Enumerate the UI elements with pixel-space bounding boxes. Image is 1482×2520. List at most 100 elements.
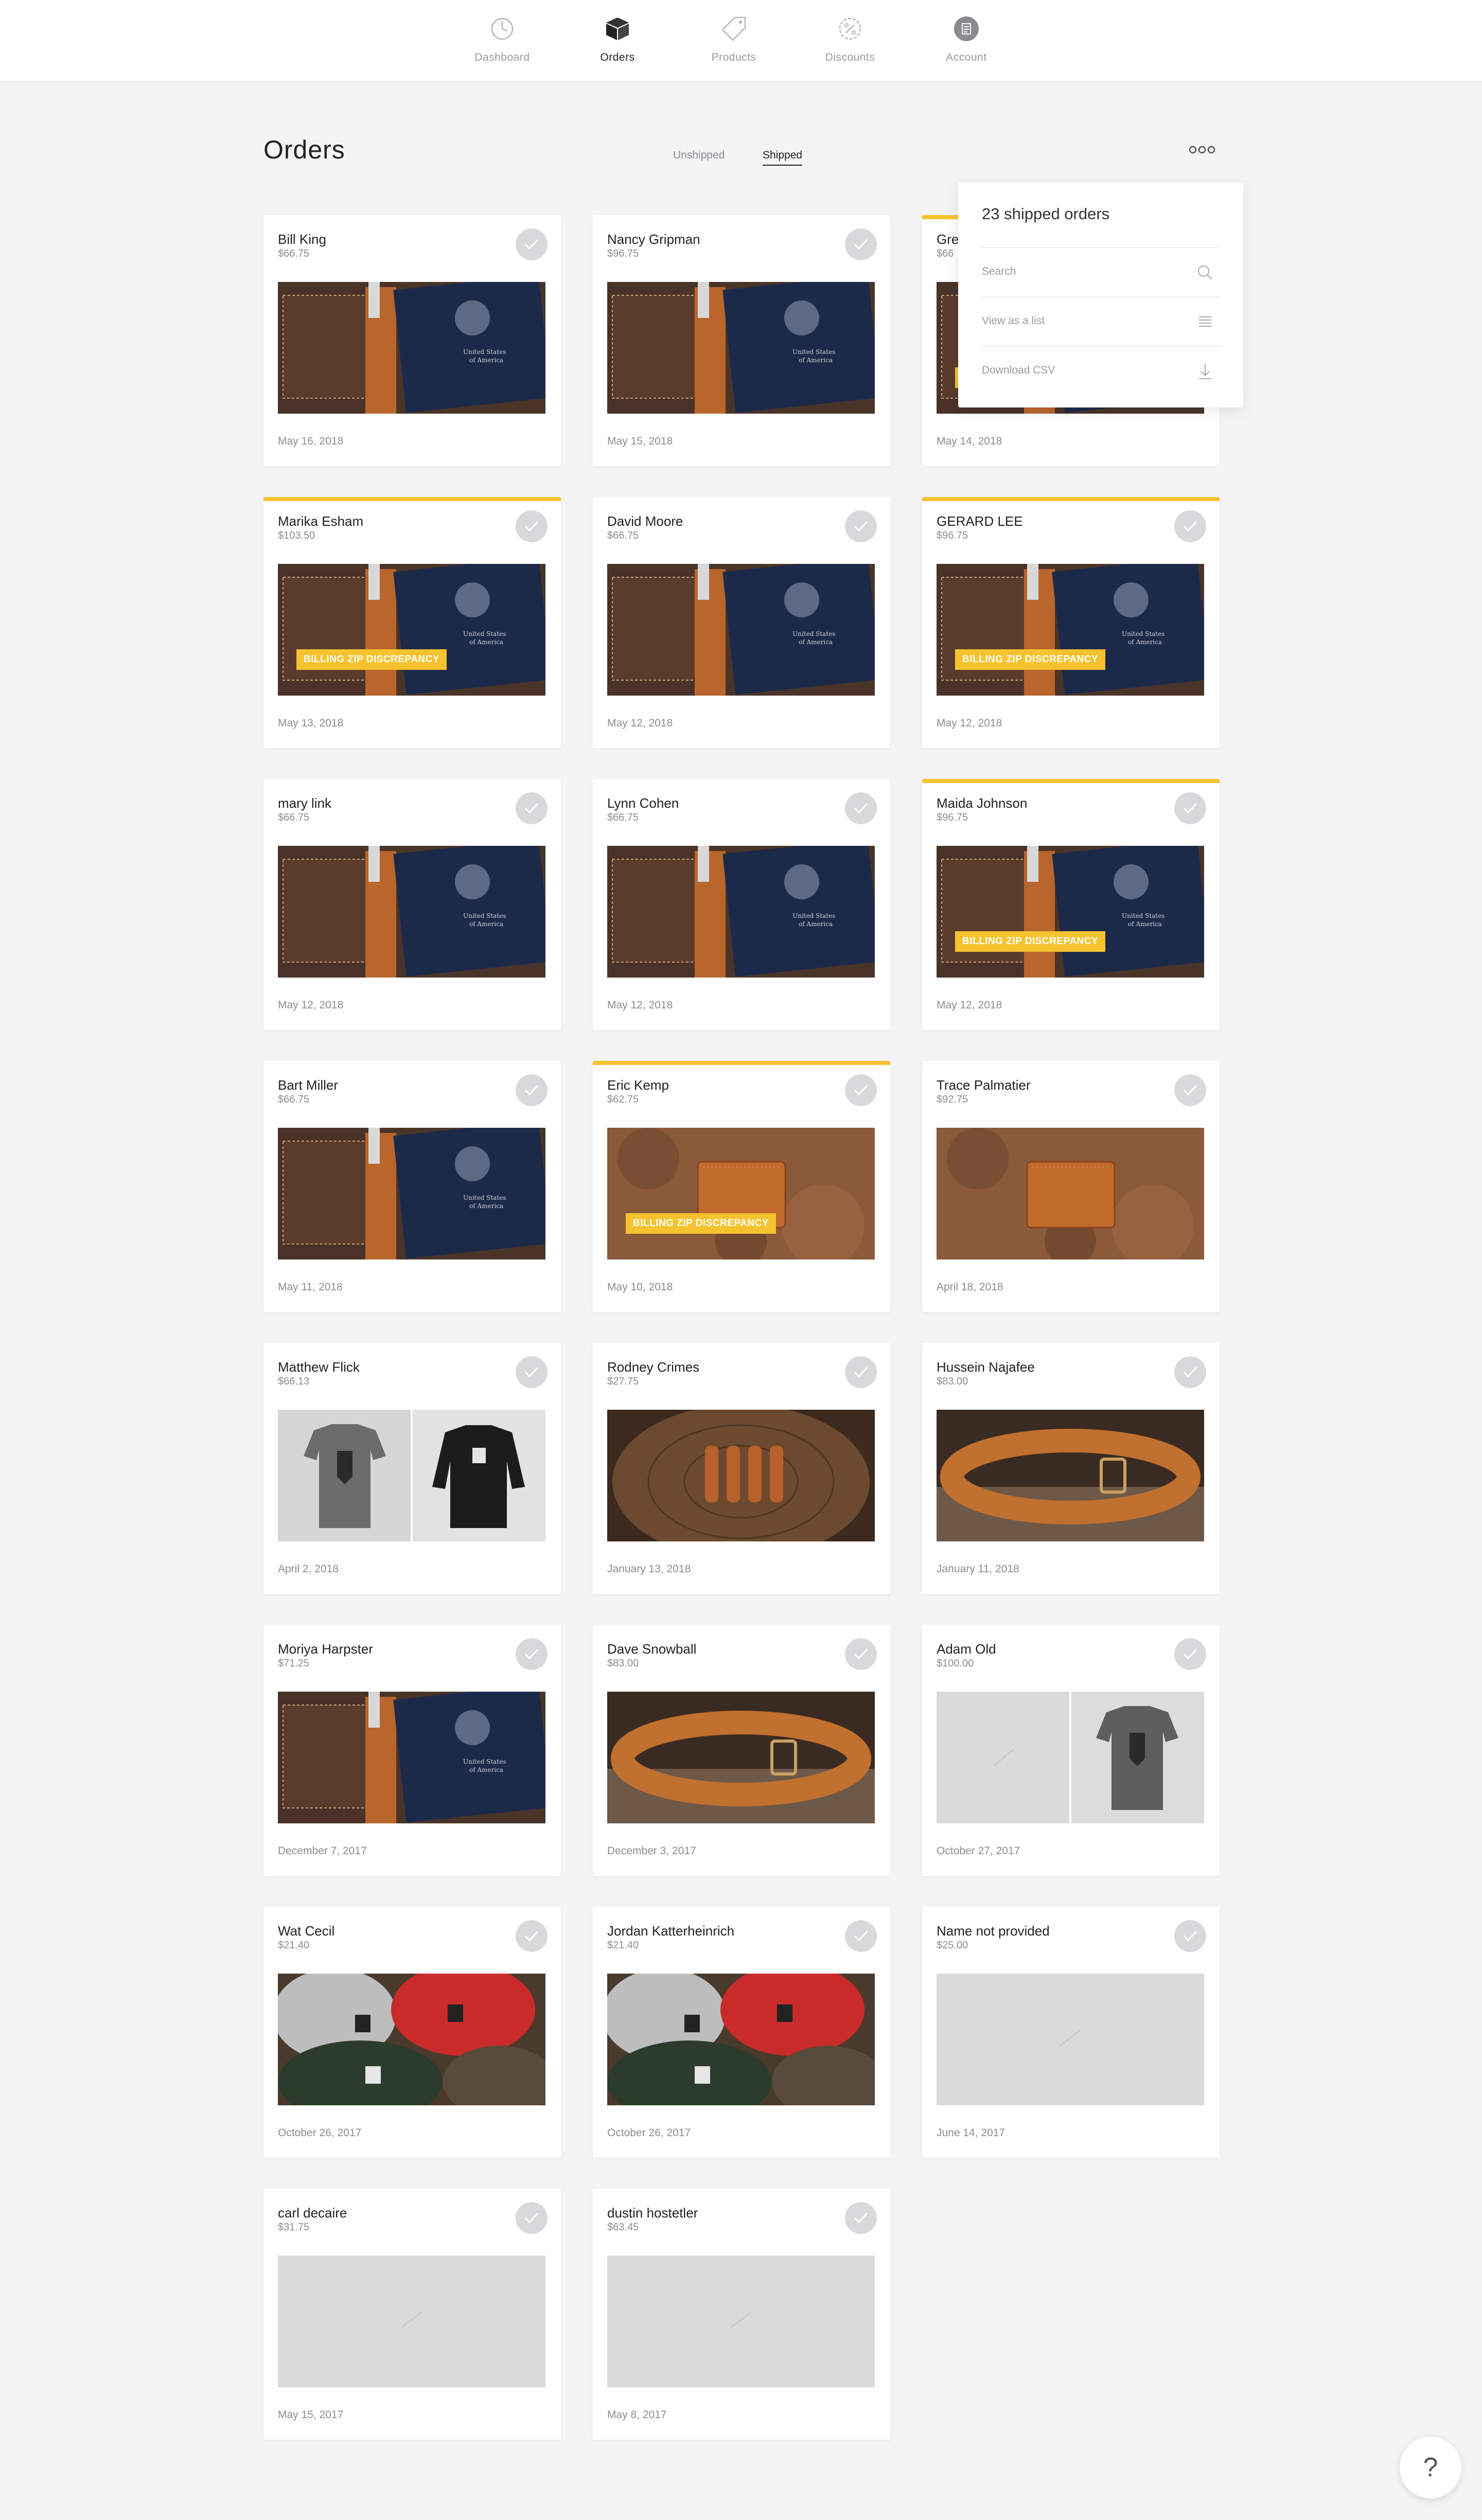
order-customer-name: mary link bbox=[278, 795, 332, 811]
order-customer-name: Gre bbox=[937, 232, 959, 247]
mark-shipped-button[interactable] bbox=[1174, 1920, 1206, 1952]
order-product-image: United States of America bbox=[607, 846, 875, 978]
mark-shipped-button[interactable] bbox=[516, 1638, 548, 1670]
check-icon bbox=[1183, 521, 1197, 532]
order-card[interactable]: mary link $66.75 United States of Americ… bbox=[263, 779, 561, 1030]
dropdown-search[interactable]: Search bbox=[982, 247, 1220, 296]
order-card[interactable]: Jordan Katterheinrich $21.40 October 26,… bbox=[593, 1907, 890, 2158]
mark-shipped-button[interactable] bbox=[516, 1356, 548, 1388]
help-button[interactable]: ? bbox=[1400, 2437, 1461, 2498]
dropdown-download-csv[interactable]: Download CSV bbox=[982, 346, 1220, 395]
order-card[interactable]: Adam Old $100.00 October 27, 2017 bbox=[922, 1625, 1220, 1876]
order-card[interactable]: Moriya Harpster $71.25 United States of … bbox=[263, 1625, 561, 1876]
order-card[interactable]: David Moore $66.75 United States of Amer… bbox=[593, 497, 890, 748]
mark-shipped-button[interactable] bbox=[845, 510, 877, 542]
tab-unshipped[interactable]: Unshipped bbox=[673, 149, 725, 165]
mark-shipped-button[interactable] bbox=[845, 1356, 877, 1388]
order-price: $83.00 bbox=[937, 1376, 968, 1387]
order-customer-name: Bart Miller bbox=[278, 1077, 339, 1093]
nav-dashboard[interactable]: Dashboard bbox=[456, 14, 549, 71]
order-card[interactable]: Name not provided $25.00 June 14, 2017 bbox=[922, 1907, 1220, 2158]
check-icon bbox=[854, 1648, 868, 1660]
mark-shipped-button[interactable] bbox=[845, 1638, 877, 1670]
mark-shipped-button[interactable] bbox=[516, 2202, 548, 2234]
order-date: May 15, 2018 bbox=[607, 435, 673, 447]
order-product-image bbox=[607, 2256, 875, 2387]
order-date: May 14, 2018 bbox=[937, 435, 1002, 447]
mark-shipped-button[interactable] bbox=[516, 792, 548, 824]
order-card[interactable]: Wat Cecil $21.40 October 26, 2017 bbox=[263, 1907, 561, 2158]
order-card[interactable]: Marika Esham $103.50 United States of Am… bbox=[263, 497, 561, 748]
order-customer-name: David Moore bbox=[607, 513, 683, 529]
nav-dashboard-label: Dashboard bbox=[474, 51, 530, 63]
order-card[interactable]: Eric Kemp $62.75 BILLING ZIP DISCREPANCY… bbox=[593, 1061, 890, 1312]
order-card[interactable]: Nancy Gripman $96.75 United States of Am… bbox=[593, 215, 890, 466]
nav-products-label: Products bbox=[711, 51, 756, 63]
mark-shipped-button[interactable] bbox=[845, 1920, 877, 1952]
order-card[interactable]: Hussein Najafee $83.00 January 11, 2018 bbox=[922, 1343, 1220, 1594]
discount-icon bbox=[839, 17, 861, 40]
svg-text:of America: of America bbox=[799, 357, 833, 364]
order-card[interactable]: Matthew Flick $66.13 April 2, 2018 bbox=[263, 1343, 561, 1594]
dropdown-view-list[interactable]: View as a list bbox=[982, 296, 1220, 346]
box-icon bbox=[606, 17, 629, 40]
mark-shipped-button[interactable] bbox=[516, 1074, 548, 1106]
svg-text:United States: United States bbox=[463, 348, 506, 356]
order-date: May 12, 2018 bbox=[607, 999, 673, 1011]
order-date: May 16, 2018 bbox=[278, 435, 344, 447]
order-date: May 10, 2018 bbox=[607, 1281, 673, 1293]
order-customer-name: Eric Kemp bbox=[607, 1077, 669, 1093]
order-price: $96.75 bbox=[937, 530, 968, 541]
check-icon bbox=[1183, 1085, 1197, 1096]
order-card[interactable]: Lynn Cohen $66.75 United States of Ameri… bbox=[593, 779, 890, 1030]
check-icon bbox=[524, 239, 539, 250]
order-customer-name: Rodney Crimes bbox=[607, 1359, 700, 1375]
mark-shipped-button[interactable] bbox=[516, 1920, 548, 1952]
dropdown-view-list-label: View as a list bbox=[982, 315, 1045, 327]
nav-discounts[interactable]: Discounts bbox=[804, 14, 896, 71]
check-icon bbox=[1183, 1367, 1197, 1378]
mark-shipped-button[interactable] bbox=[516, 510, 548, 542]
order-price: $21.40 bbox=[607, 1940, 639, 1951]
order-card[interactable]: Dave Snowball $83.00 December 3, 2017 bbox=[593, 1625, 890, 1876]
mark-shipped-button[interactable] bbox=[1174, 792, 1206, 824]
billing-zip-badge: BILLING ZIP DISCREPANCY bbox=[296, 649, 447, 670]
more-icon[interactable] bbox=[1188, 142, 1216, 157]
mark-shipped-button[interactable] bbox=[845, 1074, 877, 1106]
order-product-image: United States of America bbox=[278, 846, 545, 978]
check-icon bbox=[854, 1085, 868, 1096]
order-date: May 8, 2017 bbox=[607, 2409, 667, 2421]
mark-shipped-button[interactable] bbox=[1174, 1638, 1206, 1670]
order-card[interactable]: Bill King $66.75 United States of Americ… bbox=[263, 215, 561, 466]
order-date: January 11, 2018 bbox=[937, 1563, 1019, 1575]
mark-shipped-button[interactable] bbox=[1174, 1074, 1206, 1106]
check-icon bbox=[854, 521, 868, 532]
order-product-image: United States of America bbox=[278, 1692, 545, 1823]
order-card[interactable]: carl decaire $31.75 May 15, 2017 bbox=[263, 2189, 561, 2440]
svg-text:of America: of America bbox=[1128, 920, 1162, 928]
mark-shipped-button[interactable] bbox=[1174, 1356, 1206, 1388]
nav-account[interactable]: Account bbox=[920, 14, 1013, 71]
nav-orders[interactable]: Orders bbox=[571, 14, 664, 71]
svg-text:United States: United States bbox=[463, 630, 506, 637]
mark-shipped-button[interactable] bbox=[845, 228, 877, 260]
order-card[interactable]: Bart Miller $66.75 United States of Amer… bbox=[263, 1061, 561, 1312]
order-card[interactable]: Rodney Crimes $27.75 January 13, 2018 bbox=[593, 1343, 890, 1594]
billing-zip-badge: BILLING ZIP DISCREPANCY bbox=[955, 931, 1106, 952]
mark-shipped-button[interactable] bbox=[1174, 510, 1206, 542]
order-price: $96.75 bbox=[607, 248, 639, 259]
order-product-image bbox=[278, 2256, 545, 2387]
mark-shipped-button[interactable] bbox=[845, 792, 877, 824]
order-date: May 15, 2017 bbox=[278, 2409, 344, 2421]
nav-products[interactable]: Products bbox=[687, 14, 780, 71]
mark-shipped-button[interactable] bbox=[845, 2202, 877, 2234]
svg-text:of America: of America bbox=[469, 1766, 503, 1773]
order-card[interactable]: Maida Johnson $96.75 United States of Am… bbox=[922, 779, 1220, 1030]
mark-shipped-button[interactable] bbox=[516, 228, 548, 260]
order-card[interactable]: Trace Palmatier $92.75 April 18, 2018 bbox=[922, 1061, 1220, 1312]
order-date: May 12, 2018 bbox=[937, 717, 1002, 729]
order-card[interactable]: GERARD LEE $96.75 United States of Ameri… bbox=[922, 497, 1220, 748]
order-card[interactable]: dustin hostetler $63.45 May 8, 2017 bbox=[593, 2189, 890, 2440]
tab-shipped[interactable]: Shipped bbox=[763, 149, 803, 166]
check-icon bbox=[524, 1648, 539, 1660]
